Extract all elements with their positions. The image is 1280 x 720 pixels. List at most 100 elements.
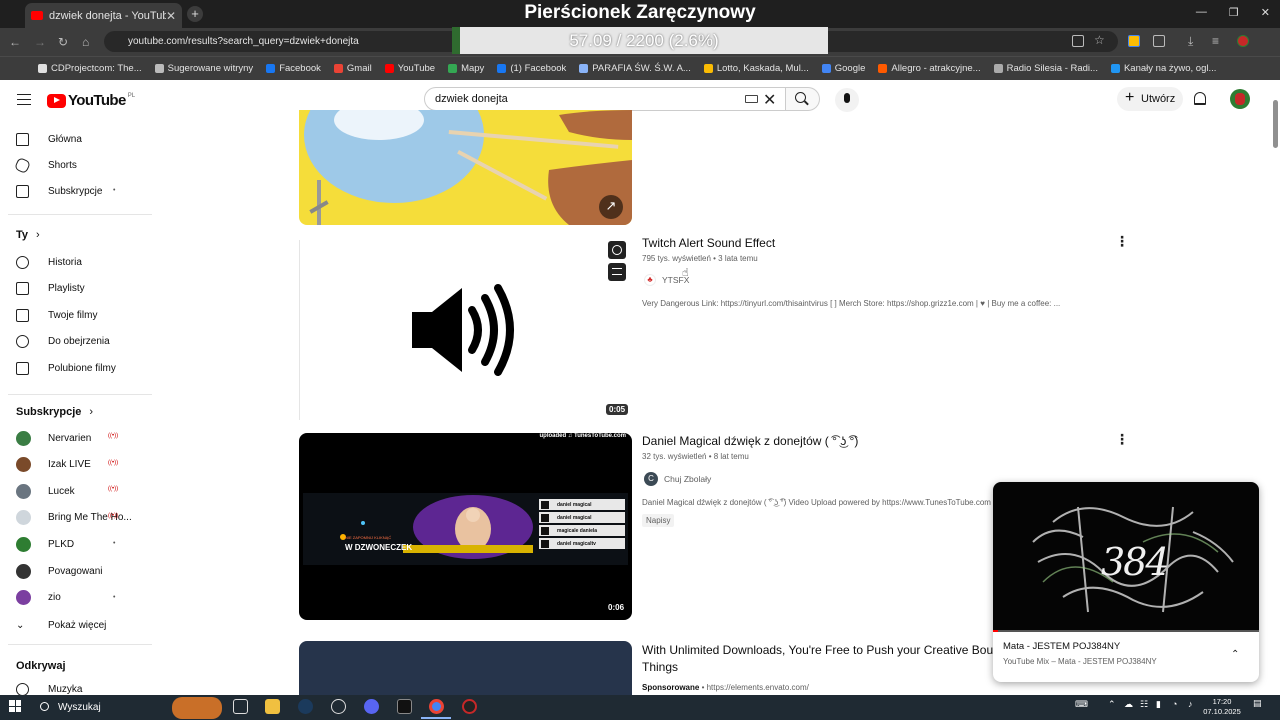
result-channel[interactable]: C Chuj Zbolały: [644, 472, 711, 486]
bookmark-item[interactable]: YouTube: [384, 63, 435, 74]
result-thumbnail[interactable]: ↗: [299, 110, 632, 225]
bookmark-item[interactable]: Sugerowane witryny: [154, 63, 253, 74]
bookmark-item[interactable]: Allegro - atrakcyjne...: [878, 63, 981, 74]
more-actions-icon[interactable]: [1115, 233, 1129, 250]
miniplayer-progress[interactable]: [993, 630, 1259, 632]
result-thumbnail[interactable]: 0:05: [299, 240, 632, 420]
voice-search-icon[interactable]: [835, 88, 859, 112]
browser-tab[interactable]: dzwiek donejta - YouTube ✕: [25, 3, 182, 28]
sidebar-subscription-item[interactable]: Izak LIVE: [16, 452, 146, 478]
miniplayer-video[interactable]: 384: [993, 482, 1259, 632]
bookmark-item[interactable]: Lotto, Kaskada, Mul...: [703, 63, 809, 74]
extension-icon[interactable]: [1128, 35, 1140, 47]
network-tray-icon[interactable]: ☷: [1140, 699, 1148, 710]
watch-later-button[interactable]: [608, 241, 626, 259]
sidebar-item-history[interactable]: Historia: [16, 249, 146, 275]
result-title[interactable]: Twitch Alert Sound Effect: [642, 236, 775, 250]
volume-tray-icon[interactable]: ♪: [1188, 699, 1193, 709]
maximize-icon[interactable]: ❐: [1229, 6, 1239, 19]
notifications-icon[interactable]: [1194, 92, 1206, 105]
avatar[interactable]: [1230, 89, 1250, 109]
sidebar-subscription-item[interactable]: Lucek: [16, 478, 146, 504]
result-title[interactable]: Daniel Magical dźwięk z donejtów ( ͡° ͜ʖ…: [642, 434, 858, 448]
sidebar-item-liked[interactable]: Polubione filmy: [16, 355, 146, 381]
show-more-button[interactable]: ⌄ Pokaż więcej: [16, 612, 146, 638]
notifications-tray-icon[interactable]: ▤: [1253, 698, 1262, 709]
menu-icon[interactable]: [17, 94, 31, 105]
keyboard-tray-icon[interactable]: ⌨: [1075, 699, 1088, 710]
scrollbar-thumb[interactable]: [1273, 100, 1278, 148]
sidebar-item-subscriptions[interactable]: Subskrypcje: [16, 178, 146, 204]
close-tab-icon[interactable]: ✕: [166, 9, 176, 23]
new-tab-button[interactable]: +: [187, 6, 203, 22]
search-input[interactable]: dzwiek donejta: [424, 87, 786, 111]
taskbar-clock[interactable]: 17:20 07.10.2025: [1203, 697, 1241, 717]
windows-start-icon[interactable]: [9, 700, 21, 712]
ad-url[interactable]: https://elements.envato.com/: [707, 683, 809, 692]
bookmark-item[interactable]: Facebook: [266, 63, 321, 74]
chevron-up-tray-icon[interactable]: ⌃: [1108, 699, 1116, 710]
open-external-icon[interactable]: ↗: [599, 195, 623, 219]
home-browser-icon[interactable]: ⌂: [82, 35, 89, 49]
result-thumbnail[interactable]: W DZWONECZEK NIE ZAPOMNIJ KLIKNĄĆ daniel…: [299, 433, 632, 620]
bookmark-item[interactable]: Kanały na żywo, ogl...: [1110, 63, 1216, 74]
search-icon[interactable]: [795, 92, 806, 103]
task-view-icon[interactable]: [233, 699, 248, 714]
downloads-icon[interactable]: ⤓: [1188, 34, 1193, 49]
forward-icon[interactable]: →: [34, 35, 46, 49]
bookmark-item[interactable]: Google: [821, 63, 865, 74]
sidebar-you-header[interactable]: Ty ›: [16, 222, 146, 248]
reload-icon[interactable]: ↻: [58, 35, 68, 49]
reading-list-icon[interactable]: ≡: [1212, 34, 1219, 48]
sidebar-item-your-videos[interactable]: Twoje filmy: [16, 302, 146, 328]
ad-title-line2[interactable]: Things: [642, 660, 678, 674]
weather-widget-icon[interactable]: [172, 697, 222, 719]
app-icon[interactable]: [462, 699, 477, 714]
cloud-tray-icon[interactable]: ☁: [1124, 699, 1133, 710]
bookmark-item[interactable]: Radio Silesia - Radi...: [993, 63, 1098, 74]
bookmark-item[interactable]: PARAFIA ŚW. Ś.W. A...: [579, 63, 691, 74]
ad-thumbnail[interactable]: [299, 641, 632, 701]
minimize-icon[interactable]: —: [1196, 6, 1207, 19]
add-to-queue-button[interactable]: [608, 263, 626, 281]
ad-title-line1[interactable]: With Unlimited Downloads, You're Free to…: [642, 643, 1000, 657]
page-scrollbar[interactable]: [1270, 80, 1280, 695]
sidebar-item-watch-later[interactable]: Do obejrzenia: [16, 329, 146, 355]
youtube-logo[interactable]: YouTube PL: [47, 92, 135, 109]
chevron-up-icon[interactable]: ⌃: [1231, 649, 1239, 660]
bookmark-star-icon[interactable]: ☆: [1094, 33, 1105, 47]
capcut-icon[interactable]: [397, 699, 412, 714]
discord-icon[interactable]: [364, 699, 379, 714]
sidebar-subscription-item[interactable]: Bring Me The Ho...: [16, 505, 146, 531]
install-app-icon[interactable]: [1072, 35, 1084, 47]
sidebar-subscription-item[interactable]: Povagowani: [16, 558, 146, 584]
profile-icon[interactable]: [1237, 35, 1249, 47]
sidebar-item-shorts[interactable]: Shorts: [13, 152, 146, 178]
sidebar-item-playlists[interactable]: Playlisty: [16, 276, 146, 302]
extensions-puzzle-icon[interactable]: [1153, 35, 1165, 47]
create-button[interactable]: Utwórz: [1117, 86, 1183, 111]
wifi-tray-icon[interactable]: ◔: [1172, 699, 1177, 709]
sidebar-subscription-item[interactable]: PLKD: [16, 531, 146, 557]
more-actions-icon[interactable]: [1115, 431, 1129, 448]
bookmark-item[interactable]: Gmail: [333, 63, 372, 74]
sidebar-subscription-item[interactable]: zio: [16, 585, 146, 611]
file-explorer-icon[interactable]: [265, 699, 280, 714]
keyboard-icon[interactable]: [745, 95, 758, 103]
sidebar-subs-header[interactable]: Subskrypcje ›: [16, 399, 146, 425]
address-bar[interactable]: youtube.com/results?search_query=dzwiek+…: [104, 31, 452, 52]
close-window-icon[interactable]: ✕: [1261, 6, 1270, 19]
sidebar-item-home[interactable]: Główna: [16, 126, 146, 152]
miniplayer-title[interactable]: Mata - JESTEM POJ384NY: [1003, 641, 1120, 652]
back-icon[interactable]: ←: [9, 35, 21, 49]
miniplayer[interactable]: 384 Mata - JESTEM POJ384NY YouTube Mix –…: [993, 482, 1259, 682]
obs-icon[interactable]: [331, 699, 346, 714]
usb-tray-icon[interactable]: ▮: [1156, 699, 1161, 710]
chrome-icon[interactable]: [429, 699, 444, 714]
steam-icon[interactable]: [298, 699, 313, 714]
clear-search-icon[interactable]: ✕: [763, 90, 776, 110]
bookmark-item[interactable]: (1) Facebook: [497, 63, 566, 74]
bookmark-item[interactable]: CDProjectcom: The...: [38, 63, 142, 74]
bookmark-item[interactable]: Mapy: [448, 63, 484, 74]
sidebar-subscription-item[interactable]: Nervarien: [16, 425, 146, 451]
